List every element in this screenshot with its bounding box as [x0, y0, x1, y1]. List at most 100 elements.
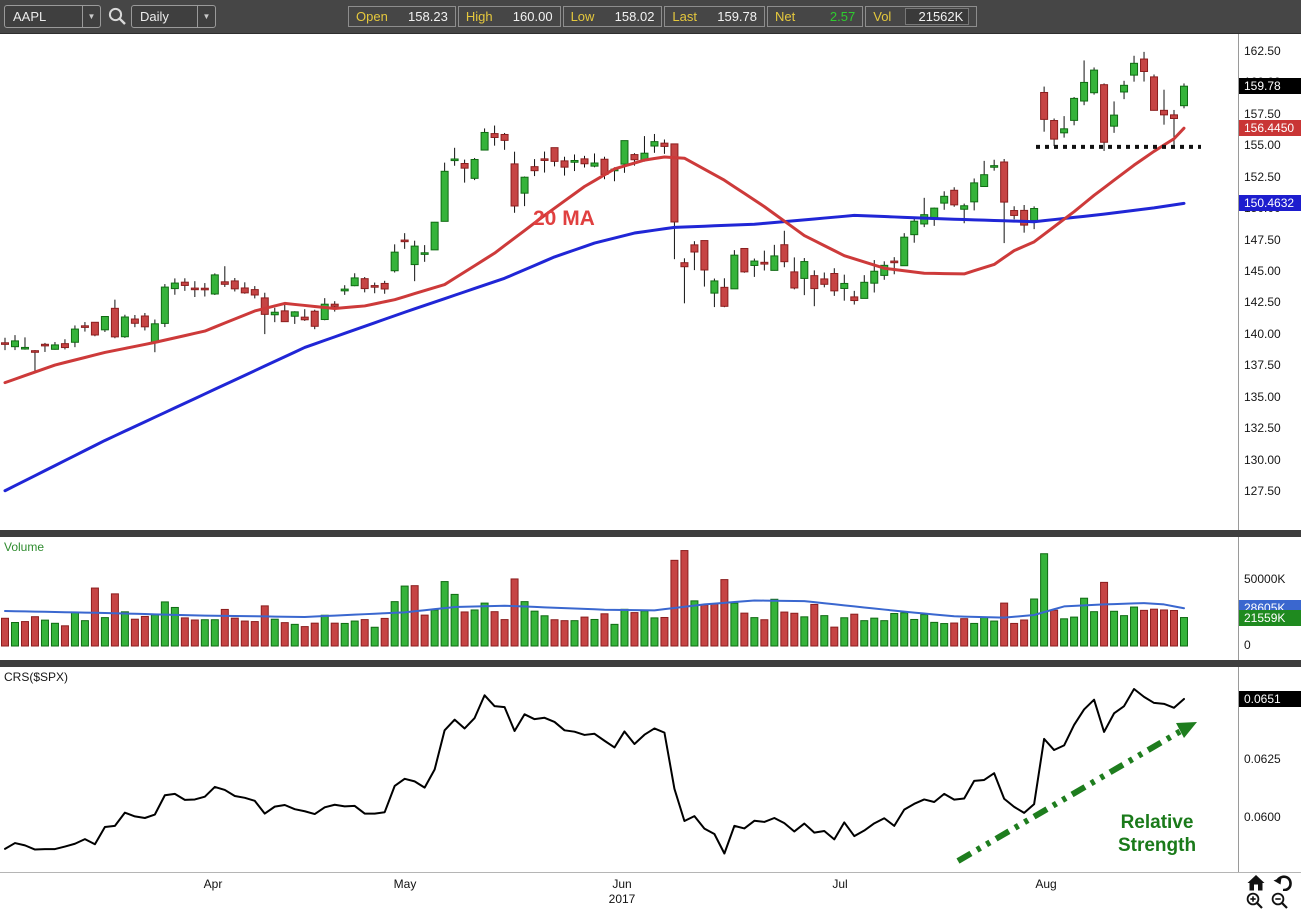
volume-bar: [790, 612, 799, 647]
volume-bar: [1040, 553, 1049, 647]
candle-body: [800, 261, 809, 279]
volume-tick: 0: [1244, 638, 1251, 652]
candle-body: [860, 281, 869, 299]
candle-body: [190, 287, 199, 291]
volume-bar: [400, 585, 409, 647]
volume-bar: [940, 623, 949, 647]
candle-body: [680, 262, 689, 268]
volume-bar: [130, 618, 139, 647]
volume-bar: [580, 616, 589, 647]
volume-bar: [340, 622, 349, 647]
volume-bar: [540, 615, 549, 647]
price-tick: 142.50: [1244, 295, 1281, 310]
pane-separator[interactable]: [0, 660, 1301, 667]
candle-body: [1179, 85, 1188, 107]
volume-bar: [680, 550, 689, 647]
volume-bar: [1160, 609, 1169, 647]
volume-bar: [480, 602, 489, 647]
volume-bar: [60, 625, 69, 647]
price-tag: 150.4632: [1239, 195, 1301, 212]
volume-bar: [1050, 609, 1059, 647]
volume-bar: [140, 615, 149, 647]
volume-bar: [80, 620, 89, 647]
volume-bar: [430, 609, 439, 647]
crs-tag: 0.0651: [1239, 690, 1301, 707]
volume-bar: [490, 611, 499, 647]
candle-body: [970, 182, 979, 203]
volume-bar: [390, 601, 399, 647]
volume-bar: [530, 610, 539, 647]
candle-body: [450, 158, 459, 162]
volume-bar: [860, 620, 869, 647]
volume-bar: [770, 598, 779, 647]
candle-body: [1170, 114, 1179, 120]
volume-bar: [320, 614, 329, 647]
candle-body: [1010, 210, 1019, 216]
volume-bar: [880, 620, 889, 647]
candle-body: [830, 273, 839, 292]
candle-body: [340, 288, 349, 292]
volume-bar: [150, 614, 159, 647]
volume-bar: [870, 617, 879, 647]
volume-bar: [590, 618, 599, 647]
candle-body: [90, 321, 99, 336]
candle-body: [230, 280, 239, 290]
candle-body: [300, 316, 309, 321]
candle-body: [390, 251, 399, 272]
candle-body: [840, 282, 849, 289]
candle-body: [1000, 161, 1009, 203]
candle-body: [910, 220, 919, 236]
candle-body: [870, 270, 879, 284]
candle-body: [1120, 84, 1129, 93]
volume-bar: [700, 604, 709, 647]
candle-body: [10, 340, 19, 348]
volume-bar: [1130, 606, 1139, 647]
volume-bar: [890, 613, 899, 647]
volume-bar: [310, 622, 319, 647]
candle-body: [570, 159, 579, 163]
volume-bar: [910, 618, 919, 647]
candle-body: [260, 297, 269, 315]
chart-canvas[interactable]: [0, 0, 1301, 916]
volume-bar: [570, 620, 579, 647]
candle-body: [1030, 208, 1039, 221]
volume-bar: [670, 559, 679, 647]
volume-bar: [500, 619, 509, 647]
pane-separator[interactable]: [0, 530, 1301, 537]
candle-body: [30, 350, 39, 353]
candle-body: [170, 282, 179, 290]
candle-body: [70, 328, 79, 343]
volume-bar: [30, 616, 39, 647]
candle-body: [900, 236, 909, 267]
candle-body: [980, 174, 989, 188]
volume-bar: [760, 619, 769, 647]
candle-body: [770, 255, 779, 271]
volume-bar: [350, 620, 359, 647]
candle-body: [790, 271, 799, 289]
volume-bar: [160, 601, 169, 647]
candle-body: [590, 162, 599, 167]
candle-body: [760, 261, 769, 265]
candle-body: [550, 147, 559, 162]
candle-body: [1090, 69, 1099, 94]
candle-body: [1140, 58, 1149, 72]
volume-bar: [470, 609, 479, 647]
volume-bar: [510, 578, 519, 647]
candle-body: [890, 260, 899, 264]
volume-bar: [1090, 611, 1099, 647]
volume-bar: [460, 611, 469, 647]
volume-bar: [110, 593, 119, 647]
candle-body: [540, 158, 549, 161]
candle-body: [850, 296, 859, 302]
volume-bar: [550, 619, 559, 647]
volume-bar: [70, 611, 79, 647]
candle-body: [510, 163, 519, 207]
volume-bar: [90, 587, 99, 647]
volume-bar: [300, 626, 309, 647]
candle-body: [210, 274, 219, 295]
candle-body: [130, 318, 139, 324]
volume-bar: [190, 619, 199, 647]
candle-body: [480, 131, 489, 151]
volume-bar: [1140, 609, 1149, 647]
volume-bar: [450, 593, 459, 647]
